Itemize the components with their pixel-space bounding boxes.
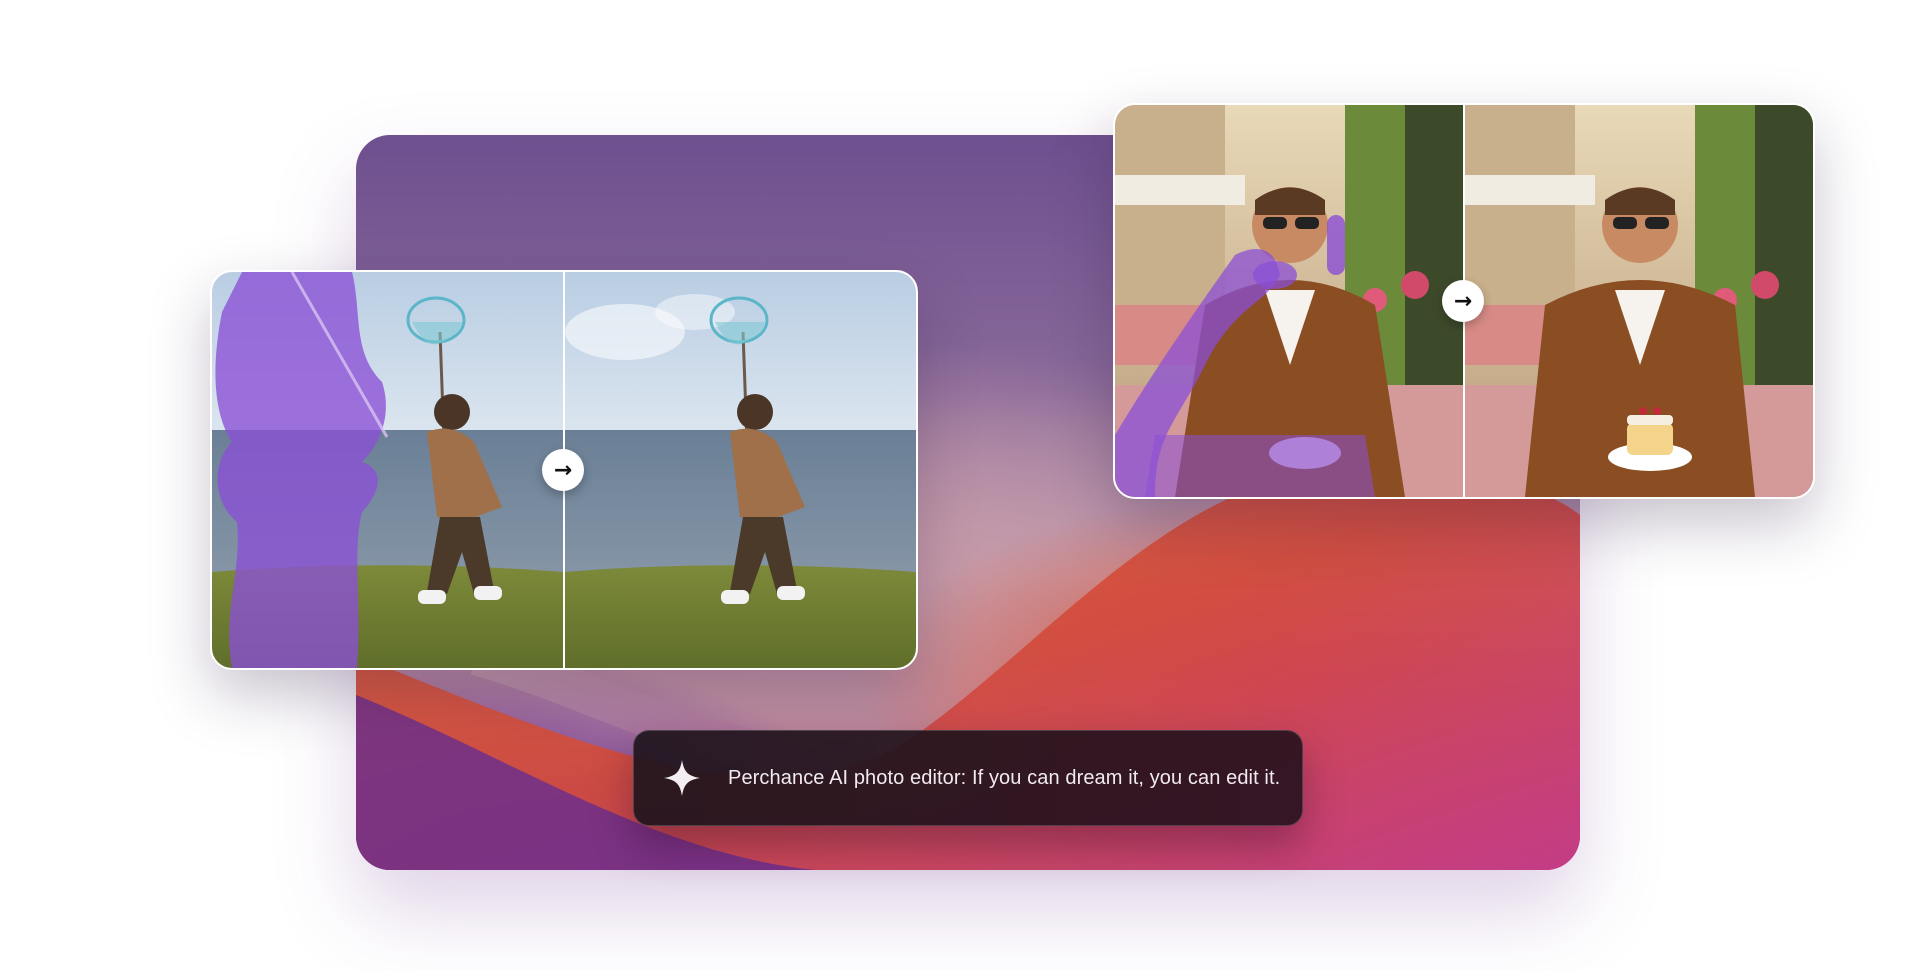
after-image-cafe [1465,105,1813,497]
before-image-beach [212,272,563,668]
example-card-beach: → [210,270,918,670]
before-image-cafe [1115,105,1463,497]
after-image-beach [565,272,916,668]
prompt-bar[interactable]: Perchance AI photo editor: If you can dr… [633,730,1303,826]
arrow-right-icon: → [1442,280,1484,322]
example-card-cafe: → [1113,103,1815,499]
prompt-text: Perchance AI photo editor: If you can dr… [728,766,1281,789]
arrow-right-icon: → [542,449,584,491]
sparkle-icon [664,760,700,796]
